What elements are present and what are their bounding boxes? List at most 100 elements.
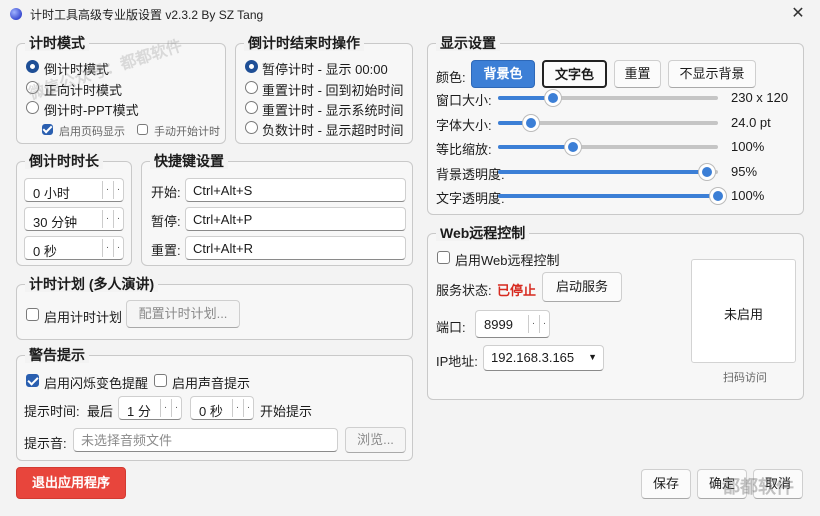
start-service-button[interactable]: 启动服务 xyxy=(542,272,622,302)
warn-last-label: 最后 xyxy=(87,404,114,419)
hide-bg-button[interactable]: 不显示背景 xyxy=(668,60,756,88)
hours-value: 0 小时 xyxy=(33,186,70,201)
sound-label[interactable]: 启用声音提示 xyxy=(172,373,250,392)
minutes-value: 30 分钟 xyxy=(33,215,78,230)
end-action-title: 倒计时结束时操作 xyxy=(244,35,364,51)
radio-countdown[interactable] xyxy=(26,60,39,73)
save-button[interactable]: 保存 xyxy=(641,469,691,499)
text-color-button[interactable]: 文字色 xyxy=(542,60,607,88)
ip-label: IP地址: xyxy=(436,354,478,369)
hours-down-icon[interactable]: · xyxy=(113,181,123,199)
port-down-icon[interactable]: · xyxy=(539,315,549,333)
web-group: Web远程控制 启用Web远程控制 服务状态: 已停止 启动服务 端口: 899… xyxy=(427,225,804,400)
sound-checkbox[interactable] xyxy=(154,374,167,387)
duration-group: 倒计时时长 0 小时 · · 30 分钟 · · 0 秒 · · xyxy=(16,153,132,266)
hours-spinbox[interactable]: 0 小时 · · xyxy=(24,178,124,202)
slider-thumb[interactable] xyxy=(564,139,581,155)
slider-thumb[interactable] xyxy=(545,90,561,106)
ppt-page-checkbox[interactable] xyxy=(42,124,53,135)
warn-min-spinbox[interactable]: 1 分 · · xyxy=(118,396,182,420)
shortcut-reset-label: 重置: xyxy=(151,243,181,258)
slider-track[interactable] xyxy=(498,114,718,131)
hours-up-icon[interactable]: · xyxy=(102,181,112,199)
radio-countup[interactable] xyxy=(26,81,39,94)
app-logo-icon xyxy=(10,8,22,20)
slider-track[interactable] xyxy=(498,139,718,155)
duration-title: 倒计时时长 xyxy=(25,153,103,169)
web-enable-label[interactable]: 启用Web远程控制 xyxy=(455,250,560,269)
plan-group: 计时计划 (多人演讲) 启用计时计划 配置计时计划... xyxy=(16,276,413,340)
flash-label[interactable]: 启用闪烁变色提醒 xyxy=(44,373,148,392)
radio-end-reset-system-label[interactable]: 重置计时 - 显示系统时间 xyxy=(262,100,404,119)
flash-checkbox[interactable] xyxy=(26,374,39,387)
slider-fill xyxy=(498,169,707,174)
radio-end-reset-initial-label[interactable]: 重置计时 - 回到初始时间 xyxy=(262,80,404,99)
slider-thumb[interactable] xyxy=(699,163,715,180)
slider-track[interactable] xyxy=(498,90,718,106)
shortcut-pause-input[interactable]: Ctrl+Alt+P xyxy=(185,207,406,231)
close-icon[interactable]: ✕ xyxy=(786,3,810,25)
warn-sec-spinbox[interactable]: 0 秒 · · xyxy=(190,396,254,420)
radio-end-pause[interactable] xyxy=(245,60,258,73)
warn-sec-up-icon[interactable]: · xyxy=(232,399,242,417)
shortcut-reset-input[interactable]: Ctrl+Alt+R xyxy=(185,236,406,260)
seconds-spinbox[interactable]: 0 秒 · · xyxy=(24,236,124,260)
radio-end-reset-initial[interactable] xyxy=(245,81,258,94)
port-value: 8999 xyxy=(484,317,513,332)
radio-countup-label[interactable]: 正向计时模式 xyxy=(44,80,122,99)
minutes-spinbox[interactable]: 30 分钟 · · xyxy=(24,207,124,231)
exit-app-button[interactable]: 退出应用程序 xyxy=(16,467,126,499)
color-reset-button[interactable]: 重置 xyxy=(614,60,661,88)
web-title: Web远程控制 xyxy=(436,225,530,241)
radio-ppt[interactable] xyxy=(26,101,39,114)
browse-button[interactable]: 浏览... xyxy=(345,427,406,453)
radio-countdown-label[interactable]: 倒计时模式 xyxy=(44,59,109,78)
slider-thumb[interactable] xyxy=(710,188,726,204)
slider-value: 100% xyxy=(731,188,765,203)
ppt-page-label[interactable]: 启用页码显示 xyxy=(59,123,125,139)
sound-file-label: 提示音: xyxy=(24,436,67,451)
radio-end-negative[interactable] xyxy=(245,121,258,134)
warn-sec-down-icon[interactable]: · xyxy=(243,399,253,417)
web-enable-checkbox[interactable] xyxy=(437,251,450,264)
manual-start-label[interactable]: 手动开始计时 xyxy=(154,123,220,139)
manual-start-checkbox[interactable] xyxy=(137,124,148,135)
warn-min-down-icon[interactable]: · xyxy=(171,399,181,417)
slider-track[interactable] xyxy=(498,163,718,180)
radio-end-reset-system[interactable] xyxy=(245,101,258,114)
plan-config-button[interactable]: 配置计时计划... xyxy=(126,300,240,328)
radio-end-pause-label[interactable]: 暂停计时 - 显示 00:00 xyxy=(262,59,388,78)
radio-end-negative-label[interactable]: 负数计时 - 显示超时时间 xyxy=(262,120,404,139)
plan-enable-checkbox[interactable] xyxy=(26,308,39,321)
plan-enable-label[interactable]: 启用计时计划 xyxy=(44,307,122,326)
cancel-button[interactable]: 取消 xyxy=(753,469,803,499)
minutes-up-icon[interactable]: · xyxy=(102,210,112,228)
sound-file-input[interactable]: 未选择音频文件 xyxy=(73,428,338,452)
seconds-down-icon[interactable]: · xyxy=(113,239,123,257)
slider-track[interactable] xyxy=(498,188,726,204)
chevron-down-icon[interactable]: ▼ xyxy=(588,350,597,365)
warn-min-up-icon[interactable]: · xyxy=(160,399,170,417)
minutes-down-icon[interactable]: · xyxy=(113,210,123,228)
slider-value: 24.0 pt xyxy=(731,114,771,130)
port-up-icon[interactable]: · xyxy=(528,315,538,333)
port-spinbox[interactable]: 8999 · · xyxy=(475,310,550,338)
shortcut-pause-label: 暂停: xyxy=(151,214,181,229)
end-action-group: 倒计时结束时操作 暂停计时 - 显示 00:00 重置计时 - 回到初始时间 重… xyxy=(235,35,413,144)
seconds-up-icon[interactable]: · xyxy=(102,239,112,257)
window-title: 计时工具高级专业版设置 v2.3.2 By SZ Tang xyxy=(30,8,264,22)
warn-time-label: 提示时间: xyxy=(24,404,80,419)
seconds-value: 0 秒 xyxy=(33,244,57,259)
shortcut-start-input[interactable]: Ctrl+Alt+S xyxy=(185,178,406,202)
qr-caption: 扫码访问 xyxy=(723,372,767,384)
slider-label: 等比缩放: xyxy=(436,142,492,157)
ip-select[interactable]: 192.168.3.165 ▼ xyxy=(483,345,604,371)
slider-label: 字体大小: xyxy=(436,117,492,133)
slider-thumb[interactable] xyxy=(523,114,539,131)
bg-color-button[interactable]: 背景色 xyxy=(471,60,535,88)
ok-button[interactable]: 确定 xyxy=(697,469,747,499)
slider-fill xyxy=(498,145,573,149)
radio-ppt-label[interactable]: 倒计时-PPT模式 xyxy=(44,100,139,119)
title-bar: 计时工具高级专业版设置 v2.3.2 By SZ Tang ✕ xyxy=(0,0,820,28)
warning-group: 警告提示 启用闪烁变色提醒 启用声音提示 提示时间: 最后 1 分 · · 0 … xyxy=(16,347,413,461)
